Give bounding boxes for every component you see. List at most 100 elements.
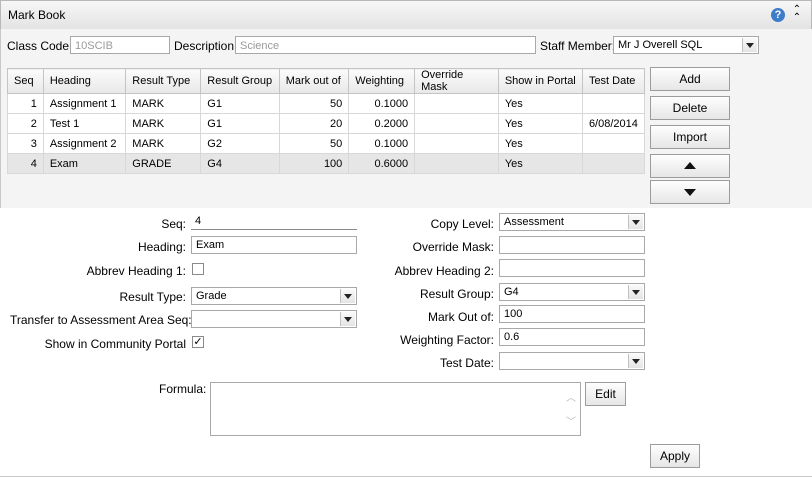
cell-result-type: GRADE bbox=[125, 153, 202, 174]
copy-level-label: Copy Level: bbox=[430, 217, 494, 231]
seq-field[interactable]: 4 bbox=[191, 215, 357, 230]
cell-mark-out-of: 50 bbox=[278, 133, 350, 154]
cell-weighting: 0.1000 bbox=[348, 93, 416, 114]
col-header-mark-out-of[interactable]: Mark out of bbox=[278, 68, 350, 94]
description-field[interactable]: Science bbox=[235, 36, 536, 54]
col-header-seq[interactable]: Seq bbox=[7, 68, 44, 94]
override-mask-input[interactable] bbox=[499, 236, 645, 254]
cell-show-in-portal: Yes bbox=[497, 93, 583, 114]
community-portal-checkbox[interactable]: ✓ bbox=[192, 336, 204, 348]
override-mask-label: Override Mask: bbox=[412, 240, 494, 254]
formula-textarea[interactable]: ︿ ﹀ bbox=[210, 382, 581, 436]
help-icon[interactable]: ? bbox=[771, 8, 785, 22]
table-row-selected[interactable]: 4 Exam GRADE G4 100 0.6000 Yes bbox=[7, 153, 646, 174]
staff-member-label: Staff Member: bbox=[540, 39, 616, 53]
cell-heading: Exam bbox=[42, 153, 127, 174]
copy-level-value: Assessment bbox=[504, 216, 564, 228]
cell-test-date bbox=[581, 93, 646, 114]
move-down-button[interactable] bbox=[650, 180, 730, 204]
cell-show-in-portal: Yes bbox=[497, 113, 583, 134]
transfer-select[interactable] bbox=[191, 310, 357, 328]
abbrev-heading-1-label: Abbrev Heading 1: bbox=[86, 264, 186, 278]
cell-override-mask bbox=[414, 113, 499, 134]
abbrev-heading-1-checkbox[interactable] bbox=[192, 263, 204, 275]
chevron-down-icon[interactable] bbox=[340, 312, 355, 326]
result-group-select[interactable]: G4 bbox=[499, 283, 645, 301]
delete-button[interactable]: Delete bbox=[650, 96, 730, 120]
class-code-label: Class Code: bbox=[7, 39, 73, 53]
transfer-label: Transfer to Assessment Area Seq: bbox=[10, 313, 192, 327]
cell-heading: Test 1 bbox=[42, 113, 127, 134]
triangle-up-icon bbox=[684, 162, 696, 169]
cell-result-group: G2 bbox=[200, 133, 280, 154]
cell-seq: 3 bbox=[7, 133, 44, 154]
result-type-select[interactable]: Grade bbox=[191, 287, 357, 305]
abbrev-heading-2-input[interactable] bbox=[499, 259, 645, 277]
apply-button[interactable]: Apply bbox=[650, 444, 700, 468]
window-titlebar: Mark Book ? ⌃ ⌃ bbox=[0, 0, 812, 30]
table-header-row: Seq Heading Result Type Result Group Mar… bbox=[7, 68, 646, 94]
move-up-button[interactable] bbox=[650, 154, 730, 178]
import-button[interactable]: Import bbox=[650, 125, 730, 149]
col-header-heading[interactable]: Heading bbox=[42, 68, 127, 94]
formula-label: Formula: bbox=[159, 382, 207, 396]
table-row[interactable]: 1 Assignment 1 MARK G1 50 0.1000 Yes bbox=[7, 93, 646, 114]
heading-label: Heading: bbox=[137, 240, 186, 254]
chevron-down-icon[interactable] bbox=[628, 285, 643, 299]
triangle-down-icon bbox=[684, 189, 696, 196]
chevron-down-icon[interactable] bbox=[742, 38, 757, 52]
window-title: Mark Book bbox=[8, 8, 66, 22]
add-button[interactable]: Add bbox=[650, 67, 730, 91]
cell-override-mask bbox=[414, 153, 499, 174]
cell-test-date bbox=[581, 153, 646, 174]
assessment-table: Seq Heading Result Type Result Group Mar… bbox=[7, 68, 646, 174]
cell-weighting: 0.2000 bbox=[348, 113, 416, 134]
staff-member-select[interactable]: Mr J Overell SQL bbox=[613, 36, 759, 54]
community-portal-label: Show in Community Portal bbox=[44, 337, 186, 351]
chevron-down-icon[interactable] bbox=[340, 289, 355, 303]
mark-out-of-input[interactable]: 100 bbox=[499, 305, 645, 323]
col-header-test-date[interactable]: Test Date bbox=[581, 68, 646, 94]
result-group-label: Result Group: bbox=[419, 287, 494, 301]
col-header-result-group[interactable]: Result Group bbox=[200, 68, 280, 94]
result-group-value: G4 bbox=[504, 286, 519, 298]
cell-weighting: 0.6000 bbox=[348, 153, 416, 174]
staff-member-value: Mr J Overell SQL bbox=[618, 39, 703, 51]
col-header-override-mask[interactable]: Override Mask bbox=[414, 68, 499, 94]
result-type-label: Result Type: bbox=[119, 290, 186, 304]
cell-seq: 4 bbox=[7, 153, 44, 174]
class-code-field[interactable]: 10SCIB bbox=[70, 36, 170, 54]
abbrev-heading-2-label: Abbrev Heading 2: bbox=[394, 264, 494, 278]
cell-show-in-portal: Yes bbox=[497, 133, 583, 154]
test-date-select[interactable] bbox=[499, 352, 645, 370]
seq-label: Seq: bbox=[161, 217, 186, 231]
cell-test-date bbox=[581, 133, 646, 154]
cell-override-mask bbox=[414, 93, 499, 114]
cell-mark-out-of: 100 bbox=[278, 153, 350, 174]
cell-heading: Assignment 2 bbox=[42, 133, 127, 154]
scroll-down-icon[interactable]: ﹀ bbox=[566, 413, 576, 428]
collapse-icon[interactable]: ⌃ ⌃ bbox=[791, 5, 803, 23]
table-row[interactable]: 2 Test 1 MARK G1 20 0.2000 Yes 6/08/2014 bbox=[7, 113, 646, 134]
table-row[interactable]: 3 Assignment 2 MARK G2 50 0.1000 Yes bbox=[7, 133, 646, 154]
edit-formula-button[interactable]: Edit bbox=[585, 382, 626, 406]
copy-level-select[interactable]: Assessment bbox=[499, 213, 645, 231]
cell-mark-out-of: 20 bbox=[278, 113, 350, 134]
col-header-weighting[interactable]: Weighting bbox=[348, 68, 416, 94]
cell-seq: 2 bbox=[7, 113, 44, 134]
col-header-result-type[interactable]: Result Type bbox=[125, 68, 202, 94]
scroll-up-icon[interactable]: ︿ bbox=[566, 389, 576, 404]
cell-test-date: 6/08/2014 bbox=[581, 113, 646, 134]
col-header-show-in-portal[interactable]: Show in Portal bbox=[497, 68, 583, 94]
cell-show-in-portal: Yes bbox=[497, 153, 583, 174]
chevron-down-icon[interactable] bbox=[628, 215, 643, 229]
weighting-factor-input[interactable]: 0.6 bbox=[499, 328, 645, 346]
chevron-down-icon[interactable] bbox=[628, 354, 643, 368]
weighting-factor-label: Weighting Factor: bbox=[400, 333, 494, 347]
cell-mark-out-of: 50 bbox=[278, 93, 350, 114]
cell-result-group: G1 bbox=[200, 93, 280, 114]
cell-override-mask bbox=[414, 133, 499, 154]
heading-input[interactable]: Exam bbox=[191, 236, 357, 254]
description-label: Description: bbox=[174, 39, 238, 53]
cell-result-group: G4 bbox=[200, 153, 280, 174]
